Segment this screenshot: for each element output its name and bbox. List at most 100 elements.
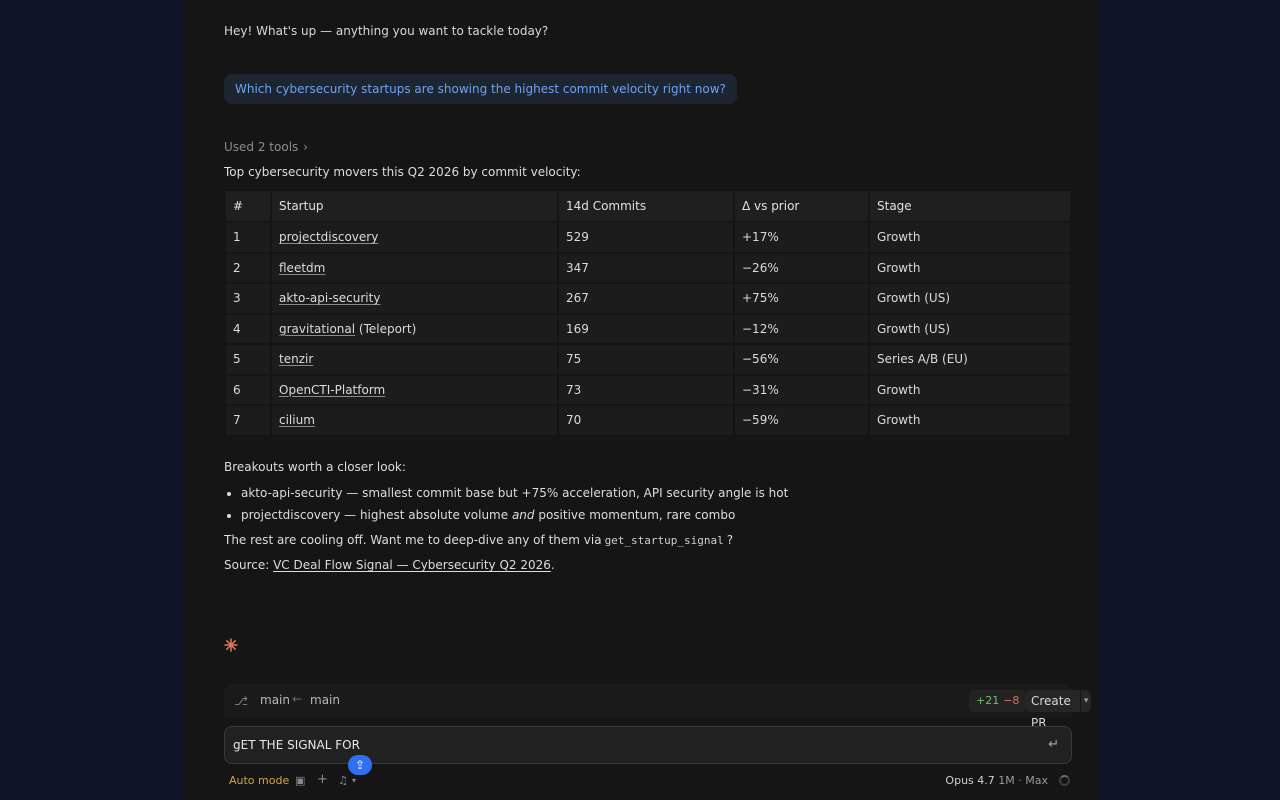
cell-commits: 75 xyxy=(559,345,733,376)
source-label: Source: xyxy=(224,558,270,572)
breakout-emphasis: and xyxy=(511,508,535,522)
cell-commits: 347 xyxy=(559,253,733,284)
startup-link[interactable]: projectdiscovery xyxy=(279,230,378,244)
cell-delta: −12% xyxy=(735,314,868,345)
upgrade-badge-icon[interactable]: ⇪ xyxy=(348,755,372,775)
cell-delta: +17% xyxy=(735,223,868,254)
cell-rank: 5 xyxy=(226,345,270,376)
startup-link[interactable]: cilium xyxy=(279,413,315,427)
startup-link[interactable]: fleetdm xyxy=(279,261,325,275)
chevron-down-icon[interactable]: ▾ xyxy=(1080,690,1091,712)
cell-stage: Series A/B (EU) xyxy=(870,345,1070,376)
cell-startup: fleetdm xyxy=(272,253,557,284)
table-row: 2 fleetdm 347 −26% Growth xyxy=(226,253,1070,284)
loading-spinner-icon xyxy=(1059,775,1070,786)
tools-used-label: Used 2 tools xyxy=(224,140,299,154)
source-end: . xyxy=(550,558,555,572)
enter-icon[interactable]: ↵ xyxy=(1048,737,1059,752)
model-name: Opus 4.7 xyxy=(945,774,995,787)
followup-after: ? xyxy=(726,533,734,547)
cell-stage: Growth xyxy=(870,375,1070,406)
cell-startup: OpenCTI-Platform xyxy=(272,375,557,406)
header-rank: # xyxy=(226,191,270,223)
table-row: 4 gravitational (Teleport) 169 −12% Grow… xyxy=(226,314,1070,345)
breakouts-heading: Breakouts worth a closer look: xyxy=(224,460,406,474)
header-startup: Startup xyxy=(272,191,557,223)
startup-link[interactable]: OpenCTI-Platform xyxy=(279,383,385,397)
breakout-text: akto-api-security — smallest commit base… xyxy=(241,486,789,500)
thinking-sparkle-icon xyxy=(224,638,238,652)
table-row: 3 akto-api-security 267 +75% Growth (US) xyxy=(226,284,1070,315)
branch-target[interactable]: main xyxy=(310,693,340,707)
table-row: 6 OpenCTI-Platform 73 −31% Growth xyxy=(226,375,1070,406)
cell-stage: Growth xyxy=(870,253,1070,284)
cell-rank: 1 xyxy=(226,223,270,254)
cell-stage: Growth (US) xyxy=(870,314,1070,345)
cell-commits: 267 xyxy=(559,284,733,315)
cell-startup: projectdiscovery xyxy=(272,223,557,254)
create-pr-button[interactable]: Create PR ▾ xyxy=(1026,690,1091,730)
plus-icon[interactable]: + xyxy=(317,772,328,787)
cell-delta: −59% xyxy=(735,406,868,437)
chevron-right-icon: › xyxy=(303,140,309,154)
table-row: 7 cilium 70 −59% Growth xyxy=(226,406,1070,437)
additions-count: +21 xyxy=(976,694,1000,707)
cell-delta: −26% xyxy=(735,253,868,284)
cell-startup: tenzir xyxy=(272,345,557,376)
tool-code: get_startup_signal xyxy=(604,534,724,547)
branch-source[interactable]: main xyxy=(260,693,290,707)
cell-startup: gravitational (Teleport) xyxy=(272,314,557,345)
list-item: projectdiscovery — highest absolute volu… xyxy=(241,507,788,529)
cell-stage: Growth xyxy=(870,223,1070,254)
model-selector[interactable]: Opus 4.7 1M · Max xyxy=(945,774,1048,787)
header-stage: Stage xyxy=(870,191,1070,223)
breakout-text: projectdiscovery — highest absolute volu… xyxy=(241,508,512,522)
followup-before: The rest are cooling off. Want me to dee… xyxy=(224,533,602,547)
response-intro: Top cybersecurity movers this Q2 2026 by… xyxy=(224,165,581,179)
cell-stage: Growth (US) xyxy=(870,284,1070,315)
user-message: Which cybersecurity startups are showing… xyxy=(224,74,737,104)
message-input-value: gET THE SIGNAL FOR xyxy=(233,738,360,752)
startup-link[interactable]: akto-api-security xyxy=(279,291,380,305)
model-details: 1M · Max xyxy=(998,774,1048,787)
startups-table: # Startup 14d Commits Δ vs prior Stage 1… xyxy=(224,191,1072,437)
assistant-greeting: Hey! What's up — anything you want to ta… xyxy=(224,24,549,38)
list-item: akto-api-security — smallest commit base… xyxy=(241,485,788,507)
bell-icon[interactable]: ♫ xyxy=(338,774,348,787)
chevron-down-icon[interactable]: ▾ xyxy=(352,776,356,785)
cell-rank: 6 xyxy=(226,375,270,406)
table-header-row: # Startup 14d Commits Δ vs prior Stage xyxy=(226,191,1070,223)
branch-bar: ⎇ main ← main +21 −8 Create PR ▾ xyxy=(224,684,1091,730)
startup-link[interactable]: gravitational xyxy=(279,322,355,336)
cell-rank: 2 xyxy=(226,253,270,284)
startup-link[interactable]: tenzir xyxy=(279,352,313,366)
cell-commits: 529 xyxy=(559,223,733,254)
cell-commits: 73 xyxy=(559,375,733,406)
tools-used-toggle[interactable]: Used 2 tools › xyxy=(224,140,308,154)
diff-stats[interactable]: +21 −8 xyxy=(969,690,1027,712)
attach-context-icon[interactable]: ▣ xyxy=(295,774,305,787)
mode-selector[interactable]: Auto mode xyxy=(229,774,289,787)
create-pr-label: Create PR xyxy=(1031,694,1071,730)
cell-startup: cilium xyxy=(272,406,557,437)
breakouts-list: akto-api-security — smallest commit base… xyxy=(241,485,788,529)
header-commits: 14d Commits xyxy=(559,191,733,223)
arrow-left-icon: ← xyxy=(292,692,303,706)
cell-delta: −31% xyxy=(735,375,868,406)
chat-panel: Hey! What's up — anything you want to ta… xyxy=(184,0,1097,800)
table-row: 5 tenzir 75 −56% Series A/B (EU) xyxy=(226,345,1070,376)
table-row: 1 projectdiscovery 529 +17% Growth xyxy=(226,223,1070,254)
composer-toolbar: Auto mode ▣ + ♫ ▾ ⇪ Opus 4.7 1M · Max xyxy=(224,755,1072,792)
cell-delta: −56% xyxy=(735,345,868,376)
cell-rank: 7 xyxy=(226,406,270,437)
git-branch-icon: ⎇ xyxy=(234,694,248,708)
source-line: Source: VC Deal Flow Signal — Cybersecur… xyxy=(224,558,555,572)
startup-suffix: (Teleport) xyxy=(355,321,417,336)
cell-startup: akto-api-security xyxy=(272,284,557,315)
cell-stage: Growth xyxy=(870,406,1070,437)
cell-commits: 70 xyxy=(559,406,733,437)
header-delta: Δ vs prior xyxy=(735,191,868,223)
source-link[interactable]: VC Deal Flow Signal — Cybersecurity Q2 2… xyxy=(273,558,551,572)
breakout-text-end: positive momentum, rare combo xyxy=(534,508,736,522)
deletions-count: −8 xyxy=(1003,694,1020,707)
